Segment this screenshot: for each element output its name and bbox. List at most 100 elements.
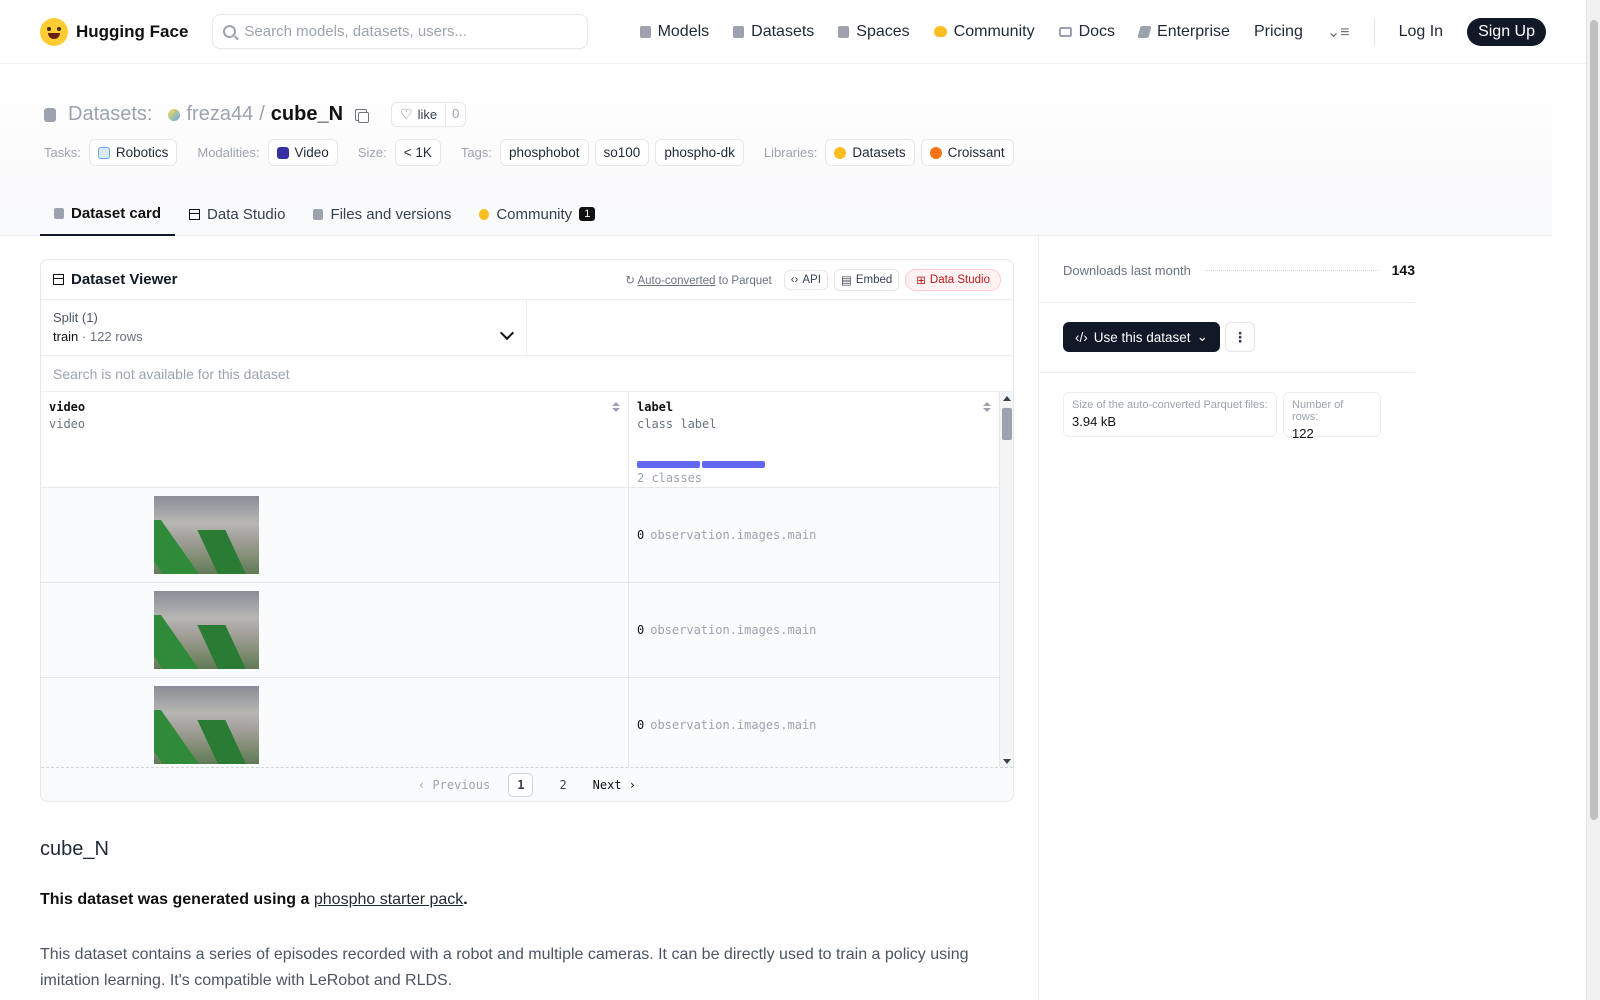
modalities-label: Modalities: [197,145,260,160]
repo-tabs: Dataset card Data Studio Files and versi… [40,192,609,236]
nav-community[interactable]: Community [933,22,1035,41]
section-label[interactable]: Datasets: [68,103,152,126]
scrollbar-thumb[interactable] [1002,408,1012,440]
tag-so100[interactable]: so100 [594,139,650,166]
split-selector[interactable]: Split (1) train · 122 rows [41,300,527,355]
class-bar[interactable] [702,461,765,468]
nav-docs[interactable]: Docs [1058,23,1115,41]
label-cell: 0 observation.images.main [629,583,999,677]
robotics-icon [97,146,110,159]
tag-phospho-dk[interactable]: phospho-dk [655,139,744,166]
nav-pricing[interactable]: Pricing [1254,23,1303,41]
login-link[interactable]: Log In [1399,23,1443,41]
page-scrollbar-thumb[interactable] [1590,20,1598,820]
table-row[interactable]: 0 observation.images.main [41,488,1013,583]
nav-pricing-label: Pricing [1253,22,1303,40]
cube-icon [639,25,651,38]
tab-dataset-card[interactable]: Dataset card [40,192,176,236]
embed-button[interactable]: ▤ Embed [833,268,900,291]
community-icon [479,208,490,220]
viewer-title-text: Dataset Viewer [71,271,178,288]
library-croissant[interactable]: Croissant [920,139,1014,166]
signup-button[interactable]: Sign Up [1467,17,1546,46]
table-row[interactable]: 0 observation.images.main [41,678,1013,768]
sort-icon[interactable] [612,402,620,412]
dataset-name[interactable]: cube_N [271,103,343,126]
like-count: 0 [452,106,460,121]
card-description: This dataset contains a series of episod… [40,946,969,989]
tab-data-studio[interactable]: Data Studio [175,192,299,236]
more-options-button[interactable]: ⋮ [1225,322,1255,352]
class-distribution-bars [637,461,765,468]
nav-spaces[interactable]: Spaces [838,22,910,41]
modality-tag[interactable]: Video [267,139,338,166]
data-studio-label: Data Studio [929,273,990,286]
split-row: Split (1) train · 122 rows [41,300,1013,356]
grid-icon [838,25,850,38]
use-this-dataset-button[interactable]: ‹/› Use this dataset ⌄ [1063,322,1220,352]
size-tag[interactable]: < 1K [394,139,441,166]
more-menu-icon[interactable]: ⌄≡ [1327,22,1350,42]
heart-icon: ♡ [400,106,413,122]
files-icon [313,208,324,220]
rows-label: Number of rows: [1292,399,1344,423]
code-icon: ‹/› [1075,329,1088,345]
nav-datasets[interactable]: Datasets [733,23,814,41]
tag-phosphobot[interactable]: phosphobot [499,139,589,166]
tab-community[interactable]: Community 1 [465,192,609,236]
phospho-starter-pack-link[interactable]: phospho starter pack [314,891,463,908]
column-header-label[interactable]: label class label 2 classes [629,392,999,487]
generated-prefix: This dataset was generated using a [40,891,310,908]
data-studio-button[interactable]: ⊞ Data Studio [905,268,1001,291]
like-button[interactable]: ♡ like 0 [391,102,467,127]
video-thumbnail[interactable] [154,496,259,574]
video-cell[interactable] [41,488,629,582]
api-label: API [802,273,821,286]
scroll-down-icon[interactable] [1003,759,1011,764]
video-cell[interactable] [41,583,629,677]
dotted-leader [1204,269,1378,271]
video-thumbnail[interactable] [154,686,259,764]
nav-enterprise[interactable]: Enterprise [1137,23,1230,41]
brand-link[interactable]: Hugging Face [40,17,188,46]
api-button[interactable]: ‹› API [783,269,828,290]
database-icon [733,25,745,38]
sort-icon[interactable] [983,402,991,412]
scroll-up-icon[interactable] [1003,396,1011,401]
tab-files[interactable]: Files and versions [299,192,465,236]
split-value: train · 122 rows [53,329,514,344]
video-cell[interactable] [41,678,629,768]
page-2-button[interactable]: 2 [551,774,574,796]
rows-value: 122 [1292,426,1314,441]
card-heading: cube_N [40,838,109,860]
nav-datasets-label: Datasets [751,22,815,40]
page-scrollbar[interactable] [1586,0,1600,1000]
cube-icon [54,207,64,219]
nav-models[interactable]: Models [639,23,709,41]
size-label: Size: [357,145,387,160]
video-thumbnail[interactable] [154,591,259,669]
downloads-label: Downloads last month [1063,262,1191,278]
table-header: video video label class label 2 classes [41,392,1013,488]
class-bar[interactable] [637,461,700,468]
previous-page-button[interactable]: ‹ Previous [418,778,490,792]
table-row[interactable]: 0 observation.images.main [41,583,1013,678]
page-1-button[interactable]: 1 [508,772,534,797]
main-nav: Models Datasets Spaces Community Docs En… [639,17,1546,46]
next-page-button[interactable]: Next › [593,778,636,792]
search-input[interactable]: Search models, datasets, users... [212,14,589,49]
sidebar-divider [1039,372,1415,373]
nav-community-label: Community [953,22,1035,40]
generated-suffix: . [463,891,468,908]
copy-icon[interactable] [355,108,370,123]
table-scrollbar[interactable] [999,392,1013,768]
parquet-size-value: 3.94 kB [1072,414,1117,429]
task-tag[interactable]: Robotics [88,139,178,166]
auto-converted-link[interactable]: Auto-converted [637,275,715,287]
library-datasets[interactable]: Datasets [825,139,915,166]
nav-spaces-label: Spaces [856,22,910,40]
tags-label: Tags: [460,145,492,160]
rows-stat: Number of rows: 122 [1283,392,1381,441]
column-header-video[interactable]: video video [41,392,629,487]
owner-link[interactable]: freza44 [186,103,253,126]
